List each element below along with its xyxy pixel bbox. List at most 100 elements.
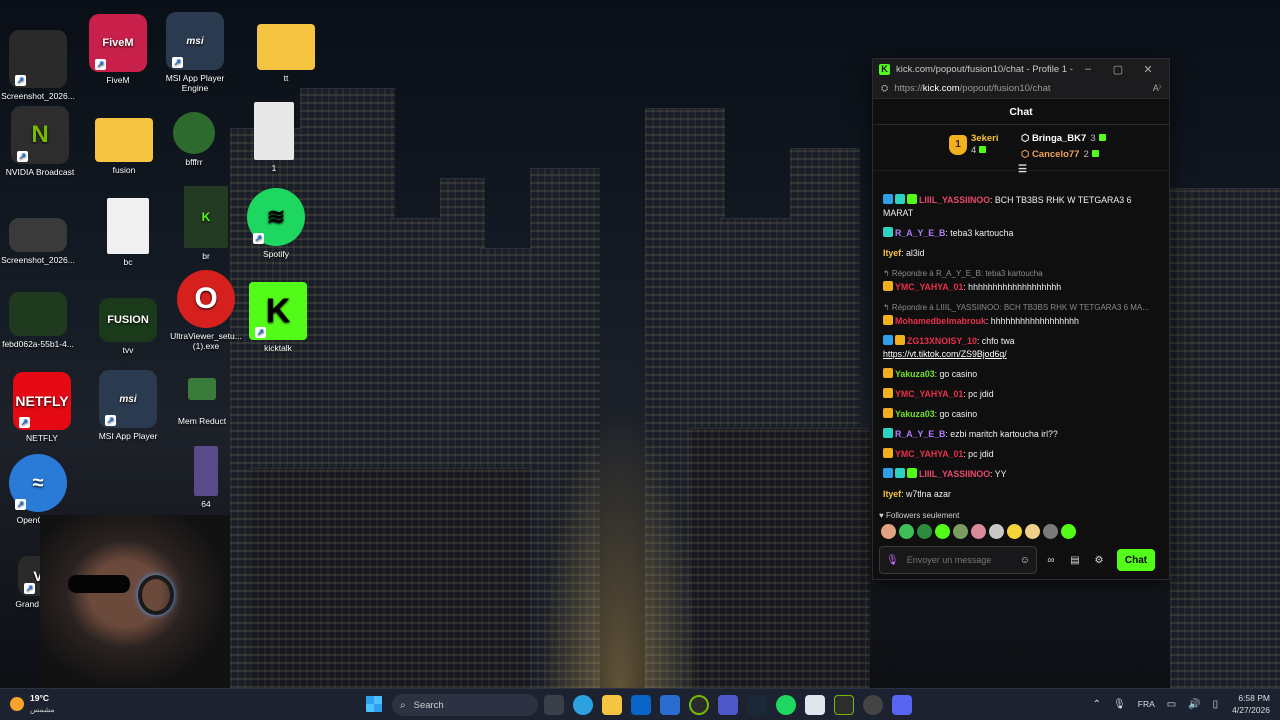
desktop-icon-bc[interactable]: bc [90, 198, 166, 267]
shortcut-arrow-icon: ↗ [15, 75, 26, 86]
chat-username[interactable]: Ityef [883, 248, 901, 258]
start-button[interactable] [366, 696, 382, 712]
minimize-button[interactable]: – [1073, 63, 1103, 75]
store-icon[interactable]: ▤ [1065, 555, 1085, 566]
nvidia-broadcast-icon[interactable] [834, 695, 854, 715]
emote-icon[interactable] [989, 524, 1004, 539]
desktop-icon-fusion[interactable]: fusion [86, 118, 162, 175]
site-info-icon[interactable]: ⛭ [881, 83, 888, 94]
leader-second[interactable]: ⬡ Bringa_BK7 3 [1021, 133, 1106, 144]
desktop-icon-64[interactable]: 64 [168, 446, 244, 509]
chat-username[interactable]: R_A_Y_E_B [895, 228, 945, 238]
chat-text: : hhhhhhhhhhhhhhhhhhh [963, 282, 1062, 292]
outlook-icon[interactable] [631, 695, 651, 715]
chat-text: : teba3 kartoucha [945, 228, 1014, 238]
chevron-up-icon[interactable]: ⌃ [1093, 699, 1101, 710]
microphone-icon[interactable]: 🎙 [886, 555, 899, 566]
image-file-icon [9, 218, 67, 252]
desktop-icon-bfffrr[interactable]: bfffrr [156, 112, 232, 167]
file-explorer-icon[interactable] [602, 695, 622, 715]
obs-icon[interactable] [863, 695, 883, 715]
kick-points-icon[interactable]: ∞ [1041, 555, 1061, 566]
chat-message: Ityef: al3id [883, 247, 1161, 260]
chat-username[interactable]: Yakuza03 [895, 409, 935, 419]
desktop-icon-ultraviewer[interactable]: O UltraViewer_setu... (1).exe [168, 270, 244, 351]
discord-icon[interactable] [892, 695, 912, 715]
chat-username[interactable]: R_A_Y_E_B [895, 429, 945, 439]
leader-third[interactable]: ⬡ Cancelo77 2 [1021, 149, 1099, 160]
language-indicator[interactable]: FRA [1138, 699, 1155, 709]
desktop-icon-tt[interactable]: tt [248, 18, 324, 83]
chat-input-box[interactable]: 🎙 ☺ [879, 546, 1037, 574]
desktop-icon-fivem[interactable]: FiveM ↗ FiveM [80, 14, 156, 85]
chat-username[interactable]: Yakuza03 [895, 369, 935, 379]
close-button[interactable]: ✕ [1133, 63, 1163, 76]
address-bar[interactable]: ⛭ https://kick.com/popout/fusion10/chat … [873, 79, 1169, 99]
desktop-icon-msi-engine[interactable]: msi ↗ MSI App Player Engine [157, 12, 233, 93]
shortcut-arrow-icon: ↗ [105, 415, 116, 426]
vip-badge-icon [883, 448, 893, 458]
emote-icon[interactable] [1007, 524, 1022, 539]
emote-icon[interactable] [1061, 524, 1076, 539]
task-view-icon[interactable] [544, 695, 564, 715]
expand-leaderboard-icon[interactable]: ☰ [1016, 164, 1029, 175]
search-icon: ⌕ [400, 699, 406, 711]
chat-username[interactable]: YMC_YAHYA_01 [895, 389, 963, 399]
chat-username[interactable]: LIIIL_YASSIINOO [919, 195, 990, 205]
taskbar-search[interactable]: ⌕ Search [392, 694, 538, 716]
chat-text: : chfo twa [976, 336, 1015, 346]
chat-message: Yakuza03: go casino [883, 408, 1161, 421]
clock[interactable]: 6:58 PM 4/27/2026 [1232, 692, 1270, 716]
window-titlebar[interactable]: K kick.com/popout/fusion10/chat - Profil… [873, 59, 1169, 79]
desktop-icon-screenshot[interactable]: ↗ Screenshot_2026... [0, 30, 76, 101]
send-chat-button[interactable]: Chat [1117, 549, 1155, 571]
chat-username[interactable]: LIIIL_YASSIINOO [919, 469, 990, 479]
desktop-icon-tvv[interactable]: FUSION tvv [90, 298, 166, 355]
chat-username[interactable]: Mohamedbelmabrouk [895, 316, 986, 326]
desktop-icon-nvidia-broadcast[interactable]: N ↗ NVIDIA Broadcast [2, 106, 78, 177]
emote-icon[interactable] [1043, 524, 1058, 539]
webcam-overlay [40, 515, 230, 690]
volume-icon[interactable]: 🔊 [1188, 699, 1200, 710]
chat-username[interactable]: YMC_YAHYA_01 [895, 282, 963, 292]
emote-icon[interactable] [899, 524, 914, 539]
chat-username[interactable]: Ityef [883, 489, 901, 499]
settings-gear-icon[interactable]: ⚙ [1089, 555, 1109, 566]
emote-icon[interactable] [881, 524, 896, 539]
read-aloud-icon[interactable]: A⁾ [1153, 83, 1161, 94]
desktop-icon-netfly[interactable]: NETFLY ↗ NETFLY [4, 372, 80, 443]
chat-username[interactable]: ZG13XNOISY_10 [907, 336, 977, 346]
desktop-icon-1[interactable]: 1 [236, 102, 312, 173]
desktop-icon-msi-player[interactable]: msi ↗ MSI App Player [90, 370, 166, 441]
edge-icon[interactable] [573, 695, 593, 715]
emote-icon[interactable] [971, 524, 986, 539]
desktop-icon-screenshot-2[interactable]: Screenshot_2026... [0, 218, 76, 265]
emote-icon[interactable] [917, 524, 932, 539]
maximize-button[interactable]: ▢ [1103, 63, 1133, 76]
leader-first[interactable]: 3ekeri [971, 133, 998, 144]
weather-widget[interactable]: 19°C مشمس [10, 693, 55, 715]
emote-icon[interactable] [1025, 524, 1040, 539]
emote-icon[interactable] [953, 524, 968, 539]
desktop-icon-br[interactable]: K br [168, 186, 244, 261]
emote-icon[interactable] [935, 524, 950, 539]
app-icon[interactable] [689, 695, 709, 715]
emoji-picker-icon[interactable]: ☺ [1020, 555, 1030, 566]
image-file-icon: ↗ [9, 30, 67, 88]
network-icon[interactable]: ▭ [1167, 699, 1176, 710]
desktop-icon-febd[interactable]: febd062a-55b1-4... [0, 292, 76, 349]
desktop-icon-kicktalk[interactable]: K ↗ kicktalk [240, 282, 316, 353]
battery-icon[interactable]: ▯ [1213, 699, 1219, 710]
steam-icon[interactable] [747, 695, 767, 715]
chat-link[interactable]: https://vt.tiktok.com/ZS9Bjod6q/ [883, 349, 1007, 359]
spotify-icon[interactable] [776, 695, 796, 715]
teams-icon[interactable] [718, 695, 738, 715]
chat-username[interactable]: YMC_YAHYA_01 [895, 449, 963, 459]
calculator-icon[interactable] [805, 695, 825, 715]
vip-badge-icon [883, 408, 893, 418]
desktop-icon-spotify[interactable]: ≋ ↗ Spotify [238, 188, 314, 259]
desktop-icon-mem-reduct[interactable]: Mem Reduct [164, 372, 240, 426]
store-app-icon[interactable] [660, 695, 680, 715]
microphone-icon[interactable]: 🎙 [1113, 699, 1126, 710]
chat-message-input[interactable] [906, 555, 1020, 565]
